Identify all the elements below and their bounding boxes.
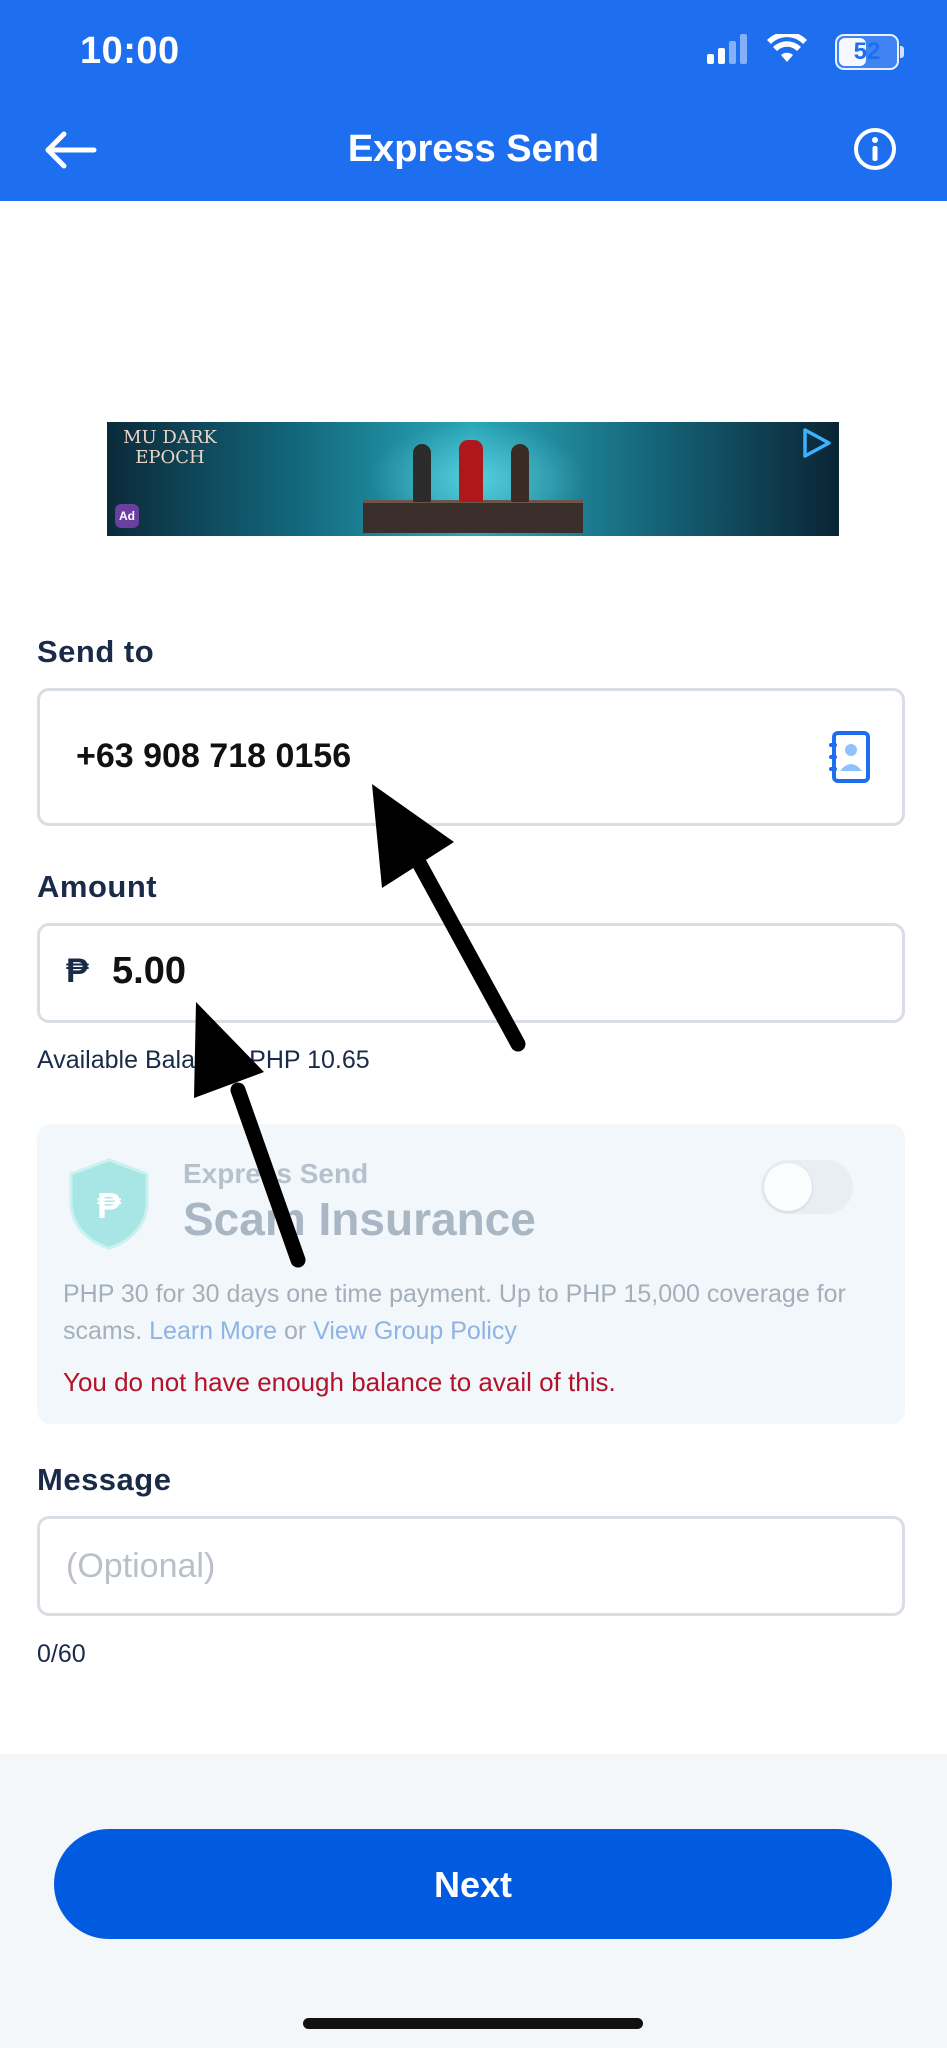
annotation-arrows	[194, 784, 526, 1268]
peso-icon: ₱	[66, 952, 89, 990]
view-group-policy-link[interactable]: View Group Policy	[313, 1317, 517, 1345]
message-label: Message	[37, 1462, 172, 1497]
wifi-icon	[767, 34, 807, 62]
status-time: 10:00	[80, 30, 180, 72]
footer: Next	[0, 1754, 947, 2048]
toggle-knob	[764, 1163, 812, 1211]
battery-icon: 52	[835, 34, 904, 70]
message-field[interactable]: (Optional)	[37, 1516, 905, 1616]
app-header: 10:00 52 Express Send	[0, 0, 947, 201]
available-balance: Available Balance: PHP 10.65	[37, 1046, 370, 1074]
amount-value: 5.00	[112, 950, 186, 992]
insurance-toggle[interactable]	[761, 1160, 853, 1214]
contacts-icon[interactable]	[828, 731, 872, 783]
ad-choices-icon[interactable]	[799, 426, 833, 460]
ad-artwork	[363, 500, 583, 533]
send-to-label: Send to	[37, 634, 155, 669]
amount-label: Amount	[37, 869, 158, 904]
ad-logo: MU DARK EPOCH	[123, 427, 217, 468]
insurance-title: Scam Insurance	[183, 1193, 536, 1245]
ad-banner[interactable]: MU DARK EPOCH Ad	[107, 422, 839, 536]
send-to-value: +63 908 718 0156	[76, 737, 352, 775]
message-placeholder: (Optional)	[66, 1547, 216, 1585]
home-indicator	[303, 2018, 643, 2029]
page-title: Express Send	[347, 128, 600, 170]
insufficient-balance-error: You do not have enough balance to avail …	[63, 1367, 616, 1397]
insurance-description: PHP 30 for 30 days one time payment. Up …	[63, 1280, 846, 1345]
scam-insurance-card: ₱ Express Send Scam Insurance PHP 30 for…	[37, 1124, 905, 1424]
info-icon	[854, 128, 896, 170]
svg-text:₱: ₱	[97, 1185, 122, 1226]
insurance-subtitle: Express Send	[183, 1158, 369, 1189]
info-button[interactable]	[853, 127, 897, 171]
next-button[interactable]: Next	[54, 1829, 892, 1939]
battery-percent: 52	[853, 38, 881, 65]
message-counter: 0/60	[37, 1640, 86, 1668]
ad-badge: Ad	[115, 504, 139, 528]
signal-icon	[707, 34, 747, 64]
send-to-field[interactable]: +63 908 718 0156	[37, 688, 905, 826]
learn-more-link[interactable]: Learn More	[149, 1317, 277, 1345]
amount-field[interactable]: ₱ 5.00	[37, 923, 905, 1023]
shield-peso-icon: ₱	[69, 1158, 149, 1250]
